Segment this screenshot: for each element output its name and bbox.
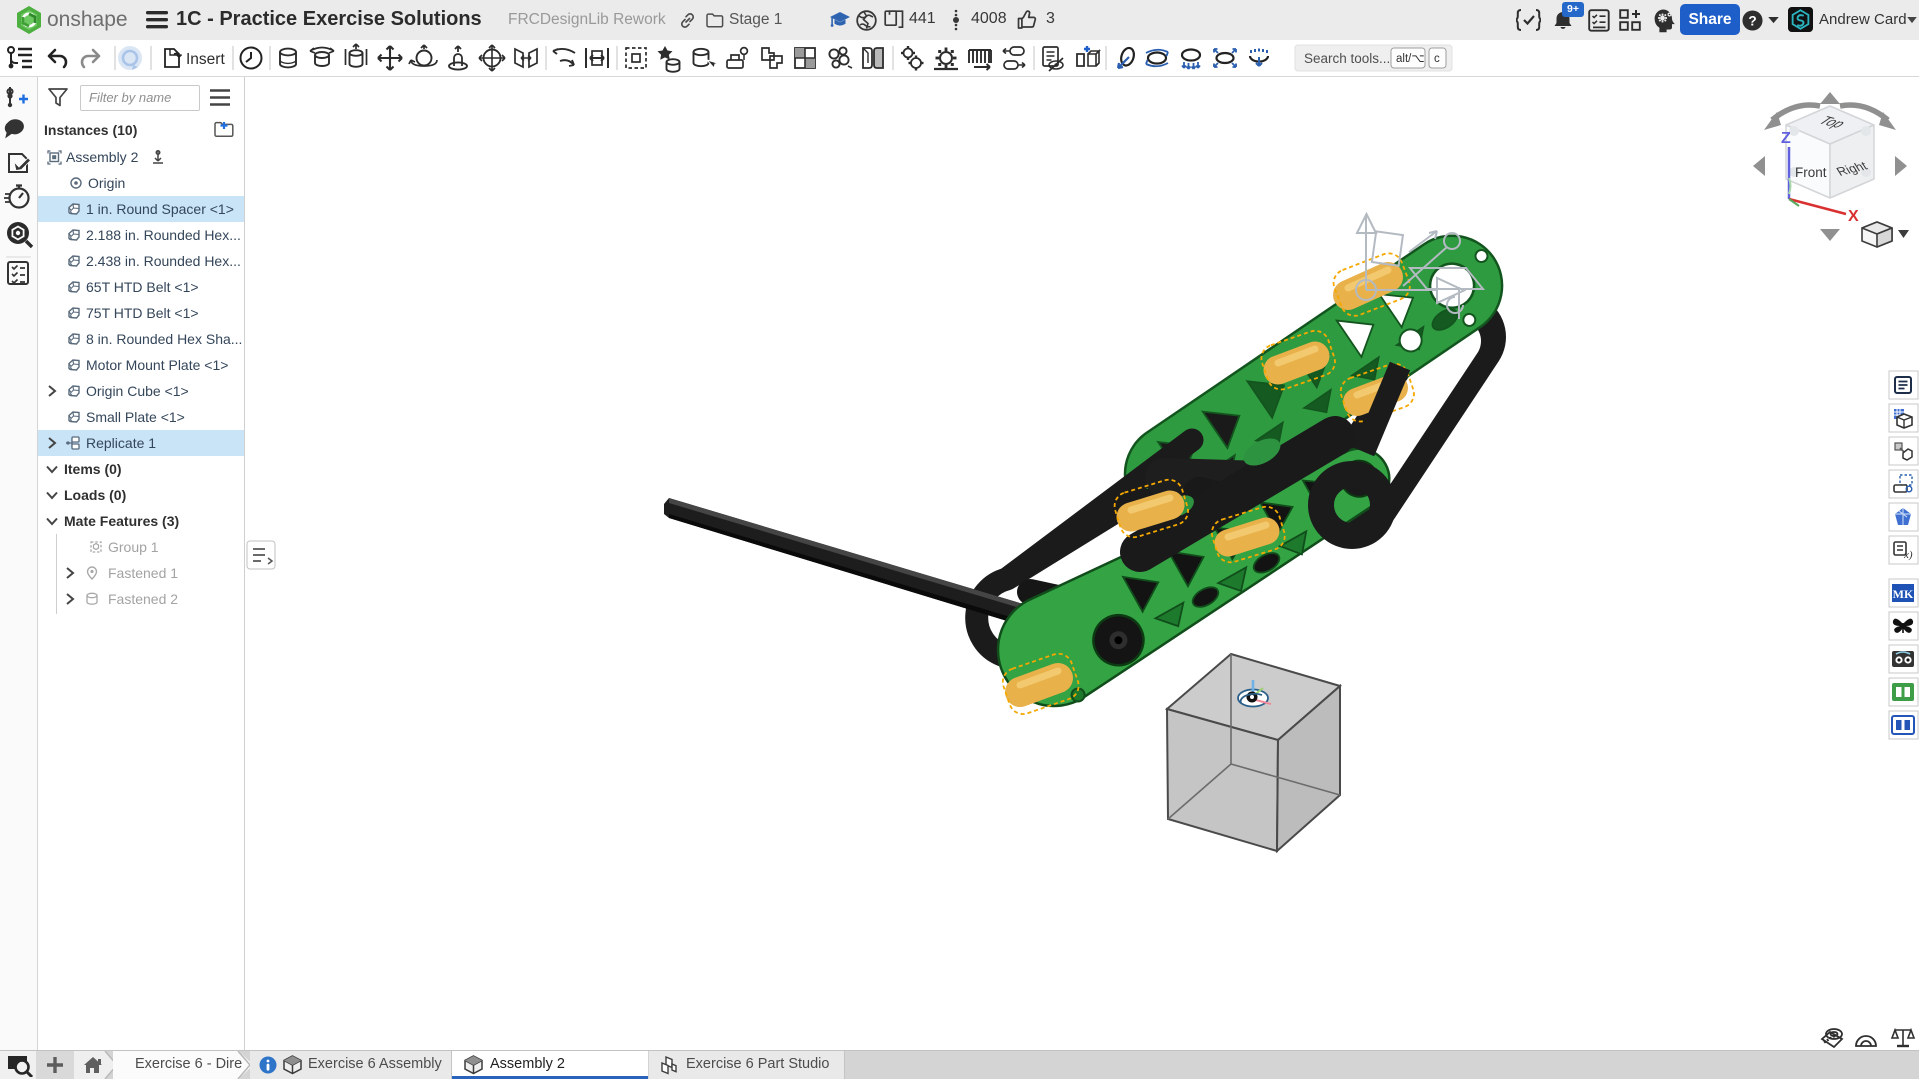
- svg-text:Insert: Insert: [186, 51, 225, 68]
- svg-text:alt/⌥: alt/⌥: [1396, 53, 1425, 65]
- svg-text:MK: MK: [1893, 587, 1914, 601]
- svg-text:x): x): [1903, 549, 1913, 561]
- svg-text:Search tools...: Search tools...: [1304, 51, 1390, 66]
- svg-text:?: ?: [1748, 13, 1756, 28]
- svg-text:c: c: [1434, 53, 1440, 65]
- svg-text:Z: Z: [1781, 130, 1791, 147]
- svg-text:Front: Front: [1795, 165, 1827, 180]
- svg-text:X: X: [1848, 208, 1859, 225]
